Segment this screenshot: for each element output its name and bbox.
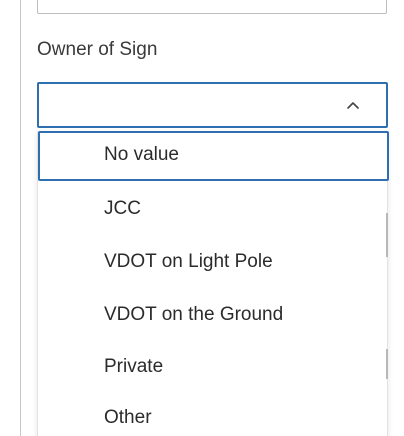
option-vdot-ground[interactable]: VDOT on the Ground xyxy=(38,291,389,341)
option-label: No value xyxy=(104,144,179,165)
option-label: Private xyxy=(104,356,164,377)
option-label: JCC xyxy=(104,198,141,219)
option-no-value[interactable]: No value xyxy=(38,131,389,181)
option-label: Other xyxy=(104,407,152,428)
option-label: VDOT on the Ground xyxy=(104,304,284,325)
option-private[interactable]: Private xyxy=(38,343,389,393)
owner-of-sign-options-list[interactable]: No value JCC VDOT on Light Pole VDOT on … xyxy=(37,131,389,436)
option-vdot-light-pole[interactable]: VDOT on Light Pole xyxy=(38,238,389,288)
form-panel: Owner of Sign No value JCC VDOT on Light… xyxy=(0,0,404,436)
chevron-up-icon[interactable] xyxy=(344,96,362,114)
scrollbar-track-segment[interactable] xyxy=(386,213,388,257)
owner-of-sign-label: Owner of Sign xyxy=(37,39,158,60)
previous-field-input[interactable] xyxy=(37,0,387,14)
option-jcc[interactable]: JCC xyxy=(38,185,389,235)
owner-of-sign-select[interactable] xyxy=(37,82,388,128)
option-other[interactable]: Other xyxy=(38,394,389,436)
panel-left-border xyxy=(20,0,21,436)
option-label: VDOT on Light Pole xyxy=(104,251,273,272)
scrollbar-track-segment[interactable] xyxy=(386,349,388,379)
